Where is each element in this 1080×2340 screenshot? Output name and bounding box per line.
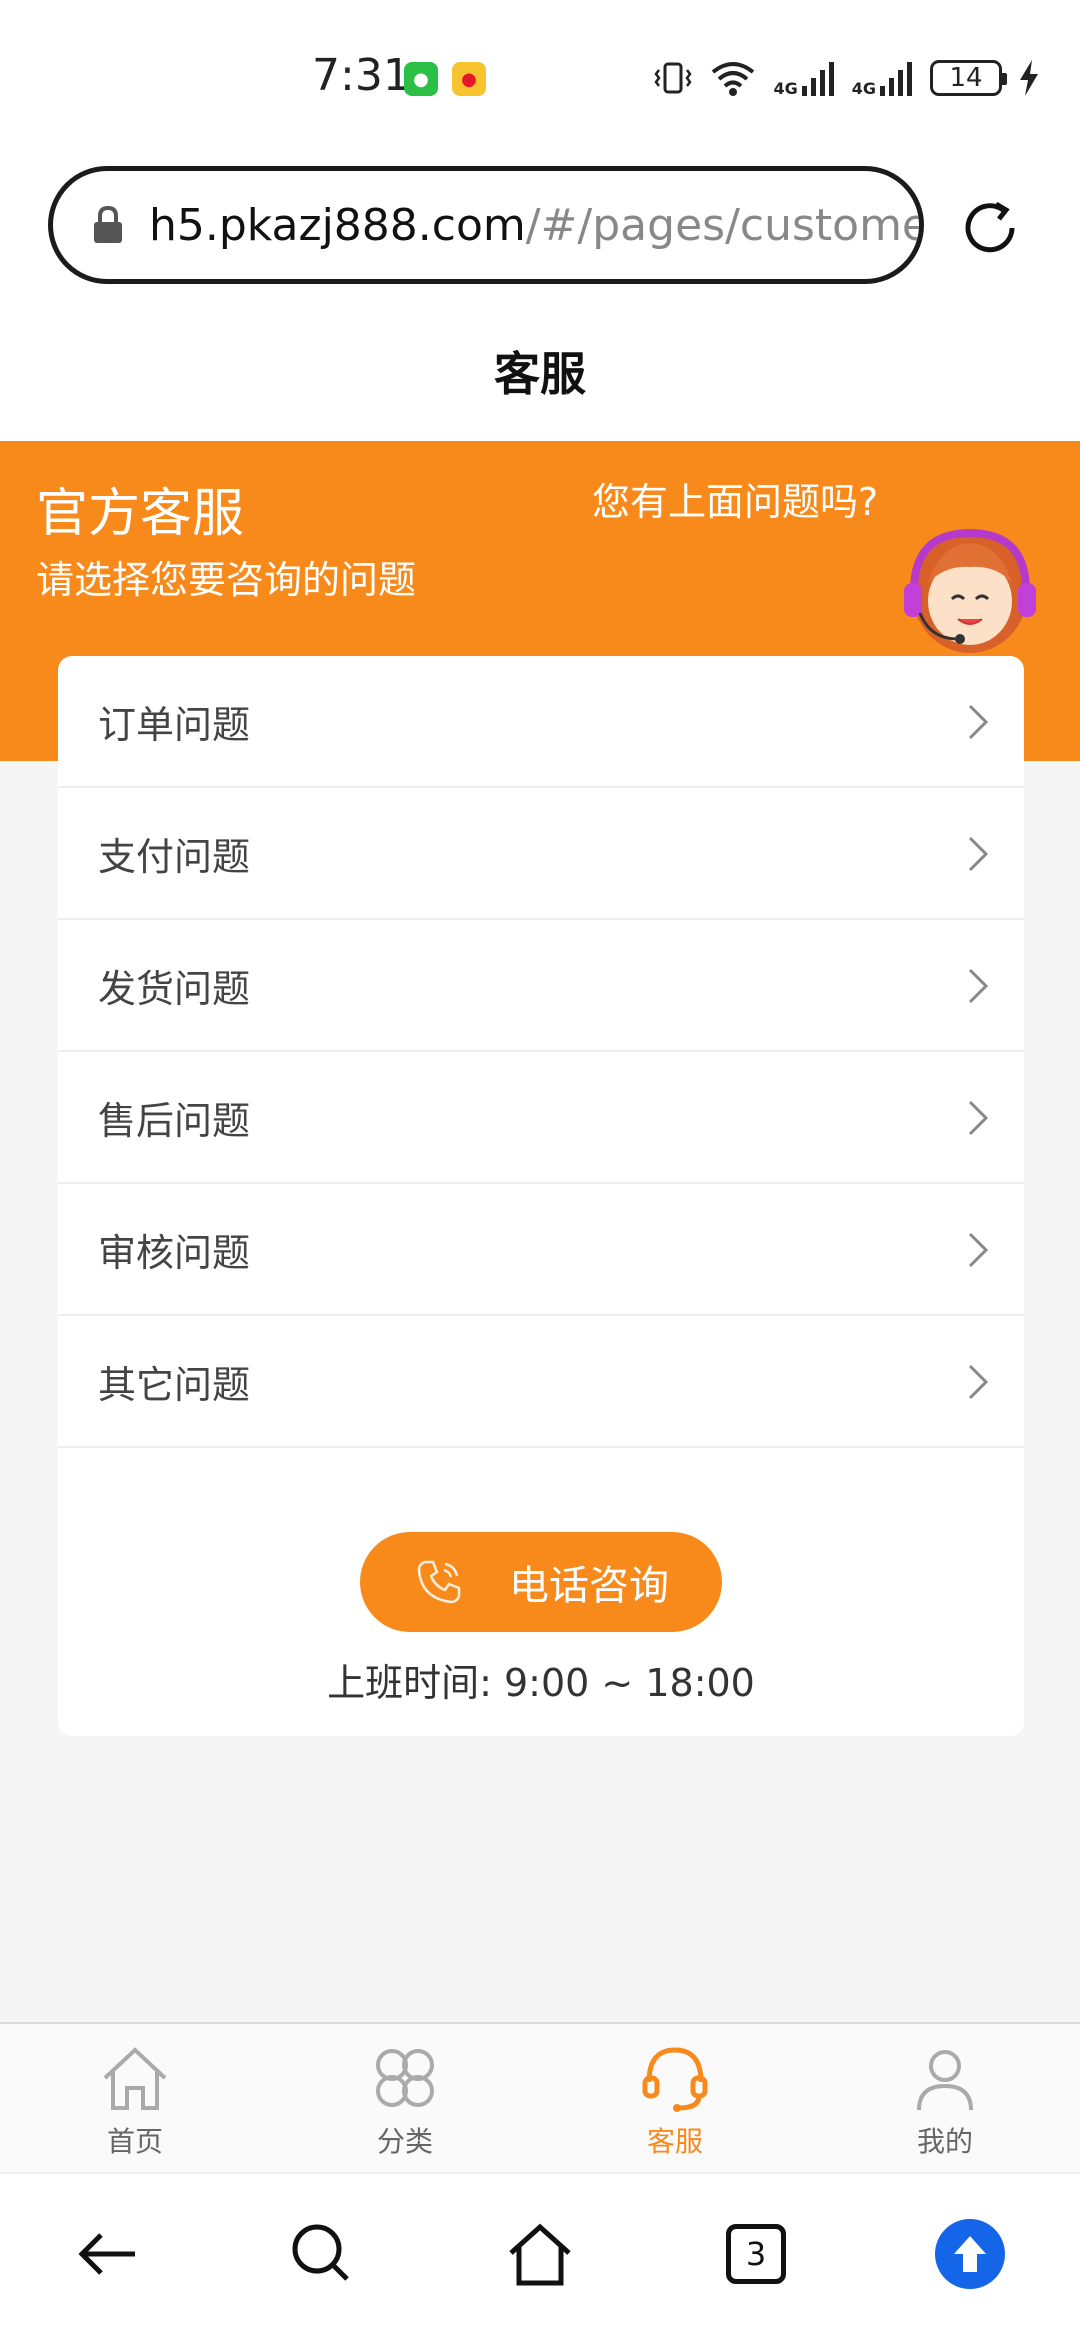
signal-bars-icon [801, 62, 834, 96]
menu-item-shipping[interactable]: 发货问题 [58, 920, 1024, 1052]
menu-item-payment[interactable]: 支付问题 [58, 788, 1024, 920]
arrow-up-icon [954, 2236, 986, 2272]
menu-item-label: 支付问题 [98, 834, 251, 879]
menu-item-label: 审核问题 [98, 1230, 251, 1275]
tab-label: 分类 [376, 2125, 433, 2158]
tab-label: 我的 [916, 2125, 973, 2158]
question-card: 订单问题 支付问题 发货问题 售后问题 审核问题 其它问题 电话咨询 上班时间:… [58, 656, 1024, 1736]
menu-item-review[interactable]: 审核问题 [58, 1184, 1024, 1316]
house-icon [509, 2223, 571, 2286]
browser-url-bar: h5.pkazj888.com/#/pages/custome [0, 150, 1080, 300]
home-button[interactable] [500, 2214, 580, 2294]
status-indicators: 4G 4G 14 [653, 58, 1040, 98]
battery-indicator: 14 [930, 60, 1007, 96]
lock-icon [94, 205, 122, 243]
url-field[interactable]: h5.pkazj888.com/#/pages/custome [48, 166, 924, 284]
banner-subtitle: 请选择您要咨询的问题 [36, 558, 417, 602]
vibrate-icon [654, 62, 693, 94]
weibo-icon: ● [452, 62, 486, 96]
signal-indicator-1: 4G [773, 60, 835, 97]
url-host: h5.pkazj888.com [149, 199, 526, 251]
tab-home[interactable]: 首页 [0, 2024, 270, 2172]
menu-item-order[interactable]: 订单问题 [58, 656, 1024, 788]
charging-icon [1020, 60, 1038, 96]
user-icon [917, 2050, 973, 2111]
phone-icon [417, 1560, 461, 1604]
chevron-right-icon [968, 1364, 989, 1400]
wifi-icon [712, 62, 755, 96]
signal-bars-icon [880, 62, 912, 96]
browser-nav-bar: 3 [0, 2172, 1080, 2340]
refresh-icon[interactable] [958, 196, 1022, 260]
chevron-right-icon [968, 704, 989, 740]
page-header: 客服 [0, 300, 1080, 441]
chevron-right-icon [968, 968, 989, 1004]
chevron-right-icon [968, 836, 989, 872]
chevron-right-icon [968, 1100, 989, 1136]
arrow-left-icon [78, 2233, 135, 2275]
url-text: h5.pkazj888.com/#/pages/custome [149, 199, 924, 251]
url-path: /#/pages/custome [525, 199, 924, 251]
tab-label: 首页 [106, 2125, 163, 2158]
chevron-right-icon [968, 1232, 989, 1268]
battery-level: 14 [949, 63, 983, 93]
upload-button[interactable] [930, 2214, 1010, 2294]
menu-item-other[interactable]: 其它问题 [58, 1316, 1024, 1448]
banner-title: 官方客服 [36, 484, 245, 544]
search-icon [292, 2224, 349, 2281]
home-icon [103, 2047, 167, 2110]
tab-category[interactable]: 分类 [270, 2024, 540, 2172]
tab-label: 客服 [646, 2125, 703, 2158]
working-hours: 上班时间: 9:00 ~ 18:00 [327, 1661, 755, 1705]
support-agent-avatar [904, 528, 1036, 671]
headset-icon [642, 2047, 708, 2112]
search-button[interactable] [282, 2214, 362, 2294]
tabs-button[interactable]: 3 [716, 2214, 796, 2294]
wechat-icon: ● [404, 62, 438, 96]
banner-question: 您有上面问题吗? [592, 480, 879, 524]
tab-mine[interactable]: 我的 [810, 2024, 1080, 2172]
phone-consult-button[interactable]: 电话咨询 [360, 1532, 722, 1632]
tab-customer-service[interactable]: 客服 [540, 2024, 810, 2172]
menu-item-aftersales[interactable]: 售后问题 [58, 1052, 1024, 1184]
back-button[interactable] [68, 2214, 148, 2294]
phone-consult-label: 电话咨询 [509, 1563, 669, 1609]
category-icon [376, 2049, 434, 2107]
menu-item-label: 发货问题 [98, 966, 251, 1011]
page-title: 客服 [494, 346, 586, 401]
menu-item-label: 订单问题 [98, 702, 251, 747]
upload-circle [935, 2219, 1005, 2289]
bottom-tab-bar: 首页 分类 客服 我的 [0, 2022, 1080, 2172]
menu-item-label: 其它问题 [98, 1362, 251, 1407]
menu-item-label: 售后问题 [98, 1098, 251, 1143]
tabs-count: 3 [726, 2224, 786, 2284]
status-bar: 7:31 ● ● 4G 4G 14 [0, 0, 1080, 150]
status-time: 7:31 [312, 50, 411, 101]
signal-indicator-2: 4G [852, 60, 914, 97]
